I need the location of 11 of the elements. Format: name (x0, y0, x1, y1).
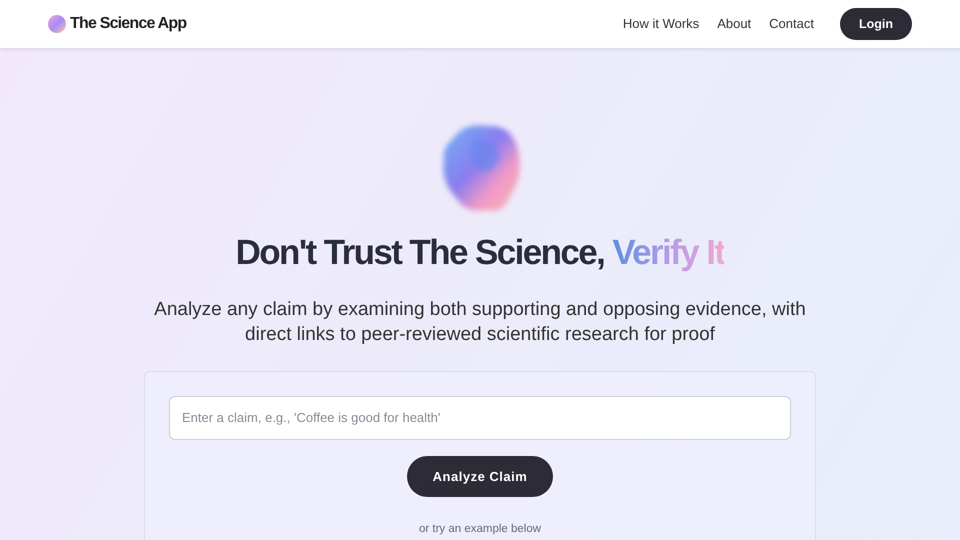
nav-link[interactable]: About (717, 14, 752, 34)
example-hint: or try an example below (418, 522, 542, 537)
login-button[interactable]: Login (840, 8, 912, 40)
headline: Don't Trust The Science, Verify It (236, 234, 724, 272)
nav-link[interactable]: How it Works (622, 14, 700, 34)
logo-icon (48, 15, 66, 33)
claim-input-field[interactable]: Enter a claim, e.g., 'Coffee is good for health' (169, 396, 791, 440)
nav-link[interactable]: Contact (769, 14, 814, 34)
subtitle: Analyze any claim by examining both supporting and opposing evidence, with direct links to peer-reviewed scientific research for proof (153, 298, 807, 346)
analyze-claim-button[interactable]: Analyze Claim (406, 456, 554, 497)
brand-link[interactable]: The Science App (70, 12, 186, 36)
